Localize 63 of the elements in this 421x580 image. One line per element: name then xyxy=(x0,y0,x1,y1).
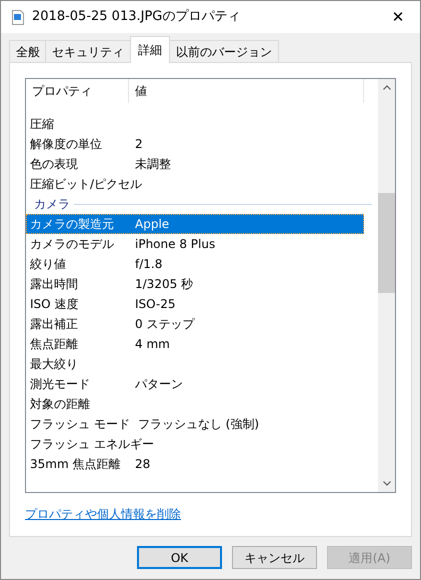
tab[interactable]: セキュリティ xyxy=(45,40,131,62)
property-row[interactable]: 圧縮ビット/ピクセル xyxy=(26,174,364,194)
property-value: 28 xyxy=(134,456,150,473)
property-name: 圧縮ビット/ピクセル xyxy=(29,176,144,193)
property-name: 露出時間 xyxy=(29,276,79,293)
property-name: 露出補正 xyxy=(29,316,79,333)
property-row[interactable]: 対象の距離 xyxy=(26,394,364,414)
property-value: パターン xyxy=(134,376,183,393)
property-row[interactable]: フラッシュ エネルギー xyxy=(26,434,364,454)
property-name: 解像度の単位 xyxy=(29,136,103,153)
property-row[interactable]: 圧縮 xyxy=(26,114,364,134)
property-name: 焦点距離 xyxy=(29,336,79,353)
property-value: Apple xyxy=(134,216,170,233)
close-button[interactable]: ✕ xyxy=(376,1,420,33)
tab[interactable]: 以前のバージョン xyxy=(169,40,279,62)
remove-properties-link[interactable]: プロパティや個人情報を削除 xyxy=(25,505,181,523)
dialog-button[interactable]: キャンセル xyxy=(232,546,317,569)
property-row[interactable]: ISO 速度 ISO-25 xyxy=(26,294,364,314)
window-title: 2018-05-25 013.JPGのプロパティ xyxy=(32,8,240,26)
property-value: 2 xyxy=(134,136,143,153)
property-row[interactable]: 露出時間 1/3205 秒 xyxy=(26,274,364,294)
property-value: iPhone 8 Plus xyxy=(134,236,216,253)
property-name: 35mm 焦点距離 xyxy=(29,456,122,473)
property-row[interactable]: フラッシュ モード フラッシュなし (強制) xyxy=(26,414,364,434)
property-row[interactable]: カメラのモデル iPhone 8 Plus xyxy=(26,234,364,254)
property-value: 4 mm xyxy=(134,336,170,353)
scroll-down-icon[interactable] xyxy=(382,481,390,486)
property-name: 対象の距離 xyxy=(29,396,91,413)
property-value: 0 ステップ xyxy=(134,316,194,333)
property-name: 最大絞り xyxy=(29,356,79,373)
property-row[interactable]: 解像度の単位 2 xyxy=(26,134,364,154)
property-value: f/1.8 xyxy=(134,256,162,273)
image-file-icon xyxy=(12,10,24,24)
property-name: カメラの製造元 xyxy=(29,216,115,233)
property-row[interactable]: 測光モード パターン xyxy=(26,374,364,394)
scrollbar[interactable] xyxy=(378,79,395,492)
property-name: ISO 速度 xyxy=(29,296,80,313)
property-row[interactable]: 露出補正 0 ステップ xyxy=(26,314,364,334)
property-row[interactable]: 35mm 焦点距離 28 xyxy=(26,454,364,474)
tab[interactable]: 全般 xyxy=(9,40,47,62)
property-row[interactable]: 焦点距離 4 mm xyxy=(26,334,364,354)
property-name: フラッシュ エネルギー xyxy=(29,436,155,453)
scrollbar-thumb[interactable] xyxy=(378,193,395,293)
column-header[interactable]: 値 xyxy=(129,79,364,103)
property-row[interactable]: 色の表現 未調整 xyxy=(26,154,364,174)
property-name: カメラのモデル xyxy=(29,236,115,253)
tab[interactable]: 詳細 xyxy=(130,36,170,63)
property-name: 圧縮 xyxy=(29,116,55,133)
property-value: 1/3205 秒 xyxy=(134,276,194,293)
property-name: フラッシュ モード xyxy=(29,416,131,433)
dialog-button[interactable]: OK xyxy=(137,546,222,569)
property-value: フラッシュなし (強制) xyxy=(136,416,260,433)
property-value: ISO-25 xyxy=(134,296,176,313)
property-name: 絞り値 xyxy=(29,256,67,273)
group-header: カメラ xyxy=(34,196,70,213)
scroll-up-icon[interactable] xyxy=(382,85,390,90)
property-name: 色の表現 xyxy=(29,156,79,173)
column-header[interactable]: プロパティ xyxy=(26,79,129,103)
property-name: 測光モード xyxy=(29,376,91,393)
property-row[interactable]: カメラの製造元 Apple xyxy=(26,214,364,234)
property-row[interactable]: 最大絞り xyxy=(26,354,364,374)
property-value: 未調整 xyxy=(134,156,171,173)
property-row[interactable]: 絞り値 f/1.8 xyxy=(26,254,364,274)
